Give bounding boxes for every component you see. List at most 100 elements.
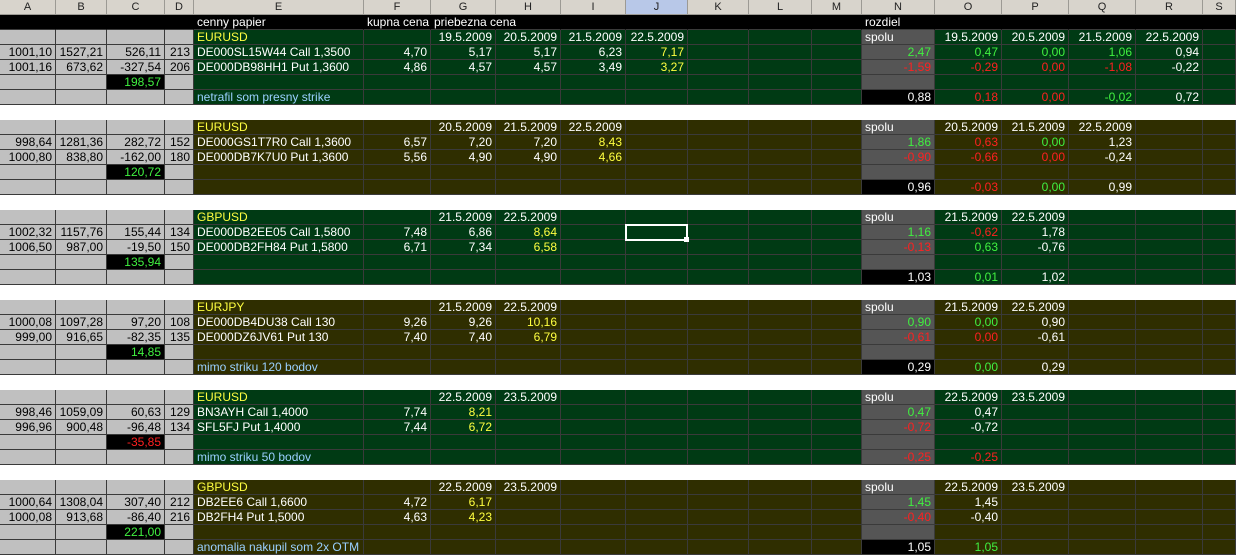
cell-n-row-9[interactable]: 1,86	[862, 135, 935, 150]
cell-e-row-32[interactable]: GBPUSD	[194, 480, 364, 495]
cell-p-row-22[interactable]: -0,61	[1002, 330, 1069, 345]
spacer-cell[interactable]	[364, 195, 431, 210]
cell-p-row-21[interactable]: 0,90	[1002, 315, 1069, 330]
cell-q-row-18[interactable]	[1069, 270, 1136, 285]
cell-k-row-16[interactable]	[688, 240, 749, 255]
spacer-cell[interactable]	[165, 285, 194, 300]
cell-b-row-3[interactable]: 1527,21	[56, 45, 107, 60]
spacer-cell[interactable]	[165, 105, 194, 120]
cell-c-row-36[interactable]	[107, 540, 165, 555]
spacer-cell[interactable]	[1069, 375, 1136, 390]
cell-n-row-12[interactable]: 0,96	[862, 180, 935, 195]
cell-s-row-14[interactable]	[1203, 210, 1236, 225]
cell-a-row-32[interactable]	[0, 480, 56, 495]
cell-n-row-32[interactable]: spolu	[862, 480, 935, 495]
cell-d-row-24[interactable]	[165, 360, 194, 375]
cell-m-row-17[interactable]	[812, 255, 862, 270]
cell-h-row-34[interactable]	[496, 510, 561, 525]
column-header-a[interactable]: A	[0, 0, 56, 15]
cell-b-row-11[interactable]	[56, 165, 107, 180]
cell-p-row-23[interactable]	[1002, 345, 1069, 360]
cell-b-row-5[interactable]	[56, 75, 107, 90]
cell-l-row-9[interactable]	[749, 135, 812, 150]
spacer-cell[interactable]	[1069, 195, 1136, 210]
cell-g-row-5[interactable]	[431, 75, 496, 90]
cell-b-row-27[interactable]: 1059,09	[56, 405, 107, 420]
cell-b-row-12[interactable]	[56, 180, 107, 195]
cell-l-row-17[interactable]	[749, 255, 812, 270]
cell-f-row-26[interactable]	[364, 390, 431, 405]
column-header-e[interactable]: E	[194, 0, 364, 15]
cell-r-row-10[interactable]	[1136, 150, 1203, 165]
cell-b-row-28[interactable]: 900,48	[56, 420, 107, 435]
cell-d-row-22[interactable]: 135	[165, 330, 194, 345]
cell-l-row-28[interactable]	[749, 420, 812, 435]
spacer-cell[interactable]	[1136, 195, 1203, 210]
cell-j-row-27[interactable]	[626, 405, 688, 420]
spacer-cell[interactable]	[56, 285, 107, 300]
cell-c-row-10[interactable]: -162,00	[107, 150, 165, 165]
cell-i-row-3[interactable]: 6,23	[561, 45, 626, 60]
cell-o-row-32[interactable]: 22.5.2009	[935, 480, 1002, 495]
cell-b-row-34[interactable]: 913,68	[56, 510, 107, 525]
cell-m-row-23[interactable]	[812, 345, 862, 360]
cell-a-row-21[interactable]: 1000,08	[0, 315, 56, 330]
cell-s-row-26[interactable]	[1203, 390, 1236, 405]
cell-e-row-26[interactable]: EURUSD	[194, 390, 364, 405]
cell-g-row-29[interactable]	[431, 435, 496, 450]
cell-i-row-5[interactable]	[561, 75, 626, 90]
cell-b-row-8[interactable]	[56, 120, 107, 135]
cell-g-row-12[interactable]	[431, 180, 496, 195]
spacer-cell[interactable]	[1136, 285, 1203, 300]
cell-e-row-16[interactable]: DE000DB2FH84 Put 1,5800	[194, 240, 364, 255]
cell-c-row-35[interactable]: 221,00	[107, 525, 165, 540]
cell-i-row-8[interactable]: 22.5.2009	[561, 120, 626, 135]
spacer-cell[interactable]	[496, 105, 561, 120]
cell-l-row-34[interactable]	[749, 510, 812, 525]
spacer-cell[interactable]	[935, 195, 1002, 210]
cell-q-row-28[interactable]	[1069, 420, 1136, 435]
cell-j-row-5[interactable]	[626, 75, 688, 90]
cell-n-row-35[interactable]	[862, 525, 935, 540]
cell-l-row-6[interactable]	[749, 90, 812, 105]
cell-f-row-11[interactable]	[364, 165, 431, 180]
cell-g-row-20[interactable]: 21.5.2009	[431, 300, 496, 315]
spacer-cell[interactable]	[1203, 195, 1236, 210]
spacer-cell[interactable]	[431, 285, 496, 300]
cell-n-row-3[interactable]: 2,47	[862, 45, 935, 60]
spacer-cell[interactable]	[561, 285, 626, 300]
cell-r-row-28[interactable]	[1136, 420, 1203, 435]
cell-a-row-22[interactable]: 999,00	[0, 330, 56, 345]
cell-a-row-29[interactable]	[0, 435, 56, 450]
cell-d-row-11[interactable]	[165, 165, 194, 180]
spacer-cell[interactable]	[561, 465, 626, 480]
cell-n-row-29[interactable]	[862, 435, 935, 450]
cell-j-row-14[interactable]	[626, 210, 688, 225]
cell-f-row-5[interactable]	[364, 75, 431, 90]
cell-o-row-6[interactable]: 0,18	[935, 90, 1002, 105]
cell-h-row-10[interactable]: 4,90	[496, 150, 561, 165]
spacer-cell[interactable]	[56, 465, 107, 480]
cell-a-row-10[interactable]: 1000,80	[0, 150, 56, 165]
cell-q-row-2[interactable]: 21.5.2009	[1069, 30, 1136, 45]
spacer-cell[interactable]	[812, 285, 862, 300]
cell-f-row-3[interactable]: 4,70	[364, 45, 431, 60]
spacer-cell[interactable]	[935, 105, 1002, 120]
header-cell-r[interactable]	[1136, 15, 1203, 30]
cell-f-row-20[interactable]	[364, 300, 431, 315]
cell-h-row-36[interactable]	[496, 540, 561, 555]
cell-d-row-34[interactable]: 216	[165, 510, 194, 525]
cell-d-row-20[interactable]	[165, 300, 194, 315]
cell-o-row-28[interactable]: -0,72	[935, 420, 1002, 435]
cell-a-row-18[interactable]	[0, 270, 56, 285]
cell-k-row-4[interactable]	[688, 60, 749, 75]
cell-o-row-35[interactable]	[935, 525, 1002, 540]
cell-n-row-18[interactable]: 1,03	[862, 270, 935, 285]
cell-h-row-28[interactable]	[496, 420, 561, 435]
cell-k-row-35[interactable]	[688, 525, 749, 540]
cell-e-row-3[interactable]: DE000SL15W44 Call 1,3500	[194, 45, 364, 60]
column-header-g[interactable]: G	[431, 0, 496, 15]
column-header-i[interactable]: I	[561, 0, 626, 15]
cell-c-row-9[interactable]: 282,72	[107, 135, 165, 150]
cell-c-row-15[interactable]: 155,44	[107, 225, 165, 240]
